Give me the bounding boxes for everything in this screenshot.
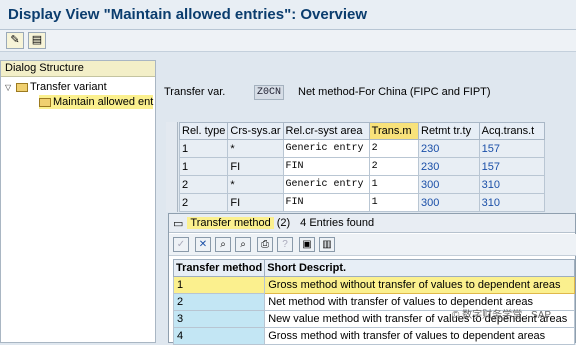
application-toolbar: ✎ ▤ bbox=[0, 30, 576, 52]
cell: FIN bbox=[282, 157, 370, 176]
method-code[interactable]: 4 bbox=[172, 327, 266, 345]
display-change-icon[interactable]: ✎ bbox=[6, 32, 24, 49]
print-icon[interactable]: ⎙ bbox=[257, 237, 273, 252]
cell[interactable]: 1 bbox=[368, 193, 420, 212]
export-icon[interactable]: ▣ bbox=[299, 237, 315, 252]
popup-toolbar: ✓ ✕ ⌕ ⌕ ⎙ ? ▣ ▥ bbox=[169, 234, 576, 256]
help-icon[interactable]: ? bbox=[277, 237, 293, 252]
cell: 300 bbox=[418, 193, 480, 212]
title-bar: Display View "Maintain allowed entries":… bbox=[0, 0, 576, 30]
popup-entries-found: 4 Entries found bbox=[300, 217, 375, 229]
cell[interactable]: 2 bbox=[368, 139, 420, 158]
cell: 1 bbox=[178, 139, 229, 158]
cell: 300 bbox=[418, 175, 480, 194]
check-icon[interactable]: ✓ bbox=[173, 237, 189, 252]
watermark: © 数字财务学堂 · SAP bbox=[452, 310, 552, 321]
table-row[interactable]: 1 * Generic entry 2 230 157 bbox=[178, 139, 546, 158]
method-description[interactable]: Gross method without transfer of values … bbox=[264, 276, 575, 294]
window-title: Display View "Maintain allowed entries":… bbox=[8, 6, 368, 23]
table-row[interactable]: 2 FI FIN 1 300 310 bbox=[178, 193, 546, 212]
cell: 230 bbox=[418, 157, 480, 176]
transfer-variant-row: Transfer var. Z0CN Net method-For China … bbox=[164, 84, 491, 100]
folder-open-icon bbox=[39, 97, 51, 107]
popup-col-header[interactable]: Short Descript. bbox=[264, 259, 575, 277]
cell: 2 bbox=[178, 193, 229, 212]
col-header[interactable]: Acq.trans.t bbox=[478, 122, 546, 140]
cell: 157 bbox=[478, 139, 546, 158]
col-header[interactable]: Rel. type bbox=[178, 122, 229, 140]
method-code[interactable]: 1 bbox=[172, 276, 266, 294]
value-help-popup: ▭ Transfer method (2) 4 Entries found ✓ … bbox=[168, 213, 576, 345]
cell[interactable]: 1 bbox=[368, 175, 420, 194]
table-view-icon[interactable]: ▤ bbox=[28, 32, 46, 49]
popup-col-header[interactable]: Transfer method bbox=[172, 259, 266, 277]
cell: * bbox=[227, 139, 284, 158]
find-icon[interactable]: ⌕ bbox=[215, 237, 231, 252]
method-code[interactable]: 3 bbox=[172, 310, 266, 328]
tree-item-label: Maintain allowed ent bbox=[53, 96, 154, 108]
cell: 310 bbox=[478, 193, 546, 212]
col-header[interactable]: Retmt tr.ty bbox=[418, 122, 480, 140]
transfer-method-list: Transfer method Short Descript. 1 Gross … bbox=[172, 259, 575, 345]
tree-item-label: Transfer variant bbox=[30, 81, 107, 93]
cell: FI bbox=[227, 193, 284, 212]
transfer-variant-description: Net method-For China (FIPC and FIPT) bbox=[298, 86, 491, 98]
table-row[interactable]: 2 * Generic entry 1 300 310 bbox=[178, 175, 546, 194]
cell: Generic entry bbox=[282, 139, 370, 158]
allowed-entries-table: Rel. type Crs-sys.ar Rel.cr-syst area Tr… bbox=[178, 122, 546, 212]
folder-icon bbox=[16, 82, 28, 92]
find-next-icon[interactable]: ⌕ bbox=[235, 237, 251, 252]
col-header[interactable]: Rel.cr-syst area bbox=[282, 122, 370, 140]
cell: 2 bbox=[178, 175, 229, 194]
dialog-structure-header: Dialog Structure bbox=[1, 61, 155, 77]
row-selector-column[interactable] bbox=[166, 122, 178, 212]
list-item[interactable]: 4 Gross method with transfer of values t… bbox=[172, 327, 575, 345]
cell: * bbox=[227, 175, 284, 194]
tree-item-transfer-variant[interactable]: ▽ Transfer variant bbox=[5, 80, 107, 94]
cell: 230 bbox=[418, 139, 480, 158]
transfer-variant-label: Transfer var. bbox=[164, 86, 226, 98]
col-header-highlighted[interactable]: Trans.m bbox=[368, 122, 420, 140]
transfer-variant-field[interactable]: Z0CN bbox=[254, 84, 284, 100]
cell: 1 bbox=[178, 157, 229, 176]
settings-icon[interactable]: ▥ bbox=[319, 237, 335, 252]
cell: Generic entry bbox=[282, 175, 370, 194]
expander-open-icon[interactable]: ▽ bbox=[5, 83, 14, 92]
popup-window-icon: ▭ bbox=[173, 217, 184, 230]
col-header[interactable]: Crs-sys.ar bbox=[227, 122, 284, 140]
popup-title-bar: ▭ Transfer method (2) 4 Entries found bbox=[169, 214, 575, 233]
list-item[interactable]: 1 Gross method without transfer of value… bbox=[172, 276, 575, 294]
cell: 157 bbox=[478, 157, 546, 176]
cell: FIN bbox=[282, 193, 370, 212]
table-row[interactable]: 1 FI FIN 2 230 157 bbox=[178, 157, 546, 176]
tree-item-maintain-allowed[interactable]: Maintain allowed ent bbox=[39, 95, 154, 109]
method-code[interactable]: 2 bbox=[172, 293, 266, 311]
cell: FI bbox=[227, 157, 284, 176]
method-description[interactable]: Gross method with transfer of values to … bbox=[264, 327, 575, 345]
popup-count: (2) bbox=[276, 217, 291, 229]
cancel-icon[interactable]: ✕ bbox=[195, 237, 211, 252]
cell[interactable]: 2 bbox=[368, 157, 420, 176]
cell: 310 bbox=[478, 175, 546, 194]
dialog-structure-pane: Dialog Structure ▽ Transfer variant Main… bbox=[0, 60, 156, 343]
popup-title: Transfer method bbox=[187, 217, 274, 229]
